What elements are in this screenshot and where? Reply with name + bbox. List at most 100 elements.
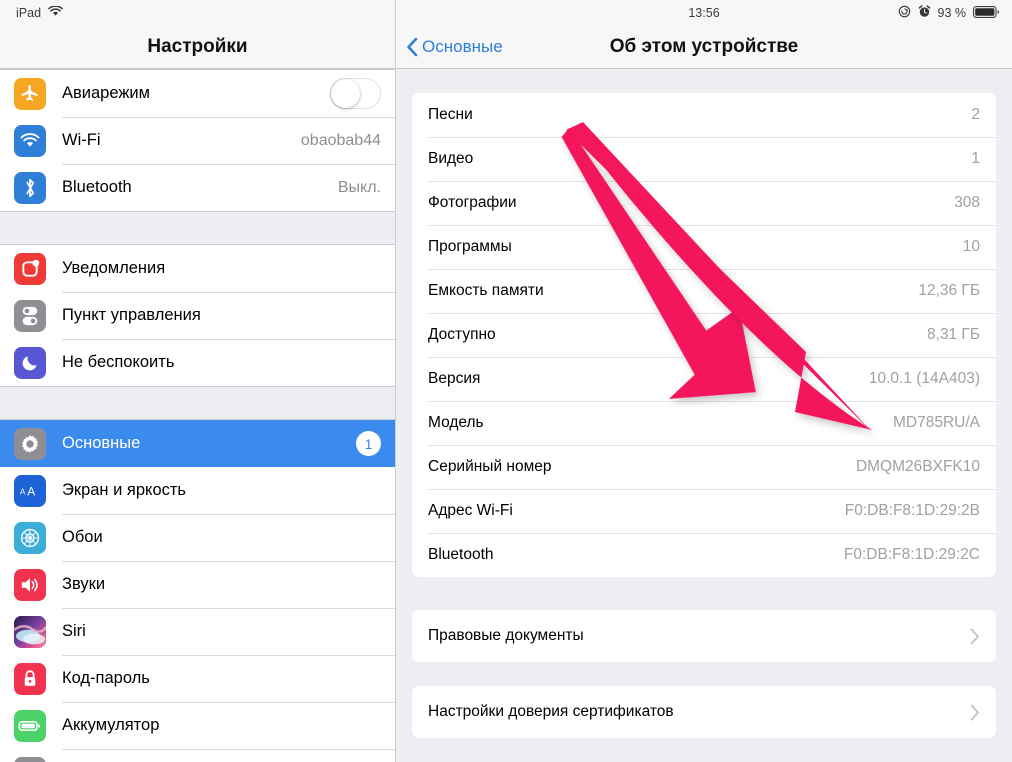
row-value: 308: [954, 194, 980, 211]
chevron-right-icon: [970, 703, 980, 721]
sidebar-item-wifi[interactable]: Wi-Fi obaobab44: [0, 117, 395, 164]
sidebar-group-system: Основные 1 A A Экран и яркость Обои Звук…: [0, 419, 395, 762]
row-key: Программы: [428, 238, 512, 255]
svg-text:A: A: [27, 484, 35, 498]
sidebar-item-label: Обои: [62, 528, 103, 546]
sidebar-item-display-brightness[interactable]: A A Экран и яркость: [0, 467, 395, 514]
sidebar-item-passcode[interactable]: Код-пароль: [0, 655, 395, 702]
rotation-lock-icon: [898, 5, 911, 21]
wallpaper-icon: [14, 521, 46, 554]
device-info-card: Песни 2 Видео 1 Фотографии 308 Программы…: [412, 93, 996, 577]
sidebar-item-sounds[interactable]: Звуки: [0, 561, 395, 608]
list-item-certificate-trust[interactable]: Настройки доверия сертификатов: [412, 686, 996, 738]
status-badge: 1: [356, 431, 381, 456]
table-row: Модель MD785RU/A: [412, 401, 996, 445]
sidebar-group-gap: [0, 212, 395, 244]
sidebar-item-label: Авиарежим: [62, 84, 150, 102]
row-value: F0:DB:F8:1D:29:2C: [843, 546, 980, 563]
battery-icon: [14, 709, 46, 742]
row-value: DMQM26BXFK10: [855, 458, 980, 475]
table-row: Емкость памяти 12,36 ГБ: [412, 269, 996, 313]
detail-status-bar: 13:56 93 %: [396, 0, 1012, 26]
top-spacer: [412, 69, 996, 93]
sidebar-item-label: Основные: [62, 434, 141, 452]
bluetooth-icon: [14, 171, 46, 204]
about-device-pane: 13:56 93 % Основные Об этом устройстве П…: [396, 0, 1012, 762]
row-value: 8,31 ГБ: [926, 326, 980, 343]
sidebar-item-label: Код-пароль: [62, 669, 150, 687]
detail-navbar: Основные Об этом устройстве: [396, 26, 1012, 69]
card-gap: [412, 662, 996, 686]
sidebar-item-general[interactable]: Основные 1: [0, 420, 395, 467]
chevron-left-icon: [406, 37, 418, 57]
table-row: Адрес Wi-Fi F0:DB:F8:1D:29:2B: [412, 489, 996, 533]
sidebar-item-label: Пункт управления: [62, 306, 201, 324]
chevron-right-icon: [970, 627, 980, 645]
airplane-mode-toggle[interactable]: [330, 78, 381, 109]
row-value: 2: [971, 106, 980, 123]
detail-scroll-area[interactable]: Песни 2 Видео 1 Фотографии 308 Программы…: [396, 69, 1012, 762]
sidebar-item-value: obaobab44: [300, 131, 381, 149]
row-value: F0:DB:F8:1D:29:2B: [844, 502, 980, 519]
sidebar-item-control-center[interactable]: Пункт управления: [0, 292, 395, 339]
sidebar-status-bar: iPad: [0, 0, 395, 26]
svg-text:A: A: [20, 486, 26, 496]
table-row: Серийный номер DMQM26BXFK10: [412, 445, 996, 489]
sidebar-item-wallpaper[interactable]: Обои: [0, 514, 395, 561]
do-not-disturb-icon: [14, 346, 46, 379]
sidebar-navbar: Настройки: [0, 26, 395, 69]
row-key: Доступно: [428, 326, 496, 343]
sounds-icon: [14, 568, 46, 601]
notifications-icon: [14, 252, 46, 285]
gear-icon: [14, 427, 46, 460]
sidebar-item-label: Wi-Fi: [62, 131, 101, 149]
table-row: Фотографии 308: [412, 181, 996, 225]
sidebar-item-value: Выкл.: [337, 178, 381, 196]
status-time: 13:56: [688, 6, 720, 20]
sidebar-group-alerts: Уведомления Пункт управления Не беспокои…: [0, 244, 395, 387]
row-key: Адрес Wi-Fi: [428, 502, 513, 519]
row-value: MD785RU/A: [893, 414, 980, 431]
display-brightness-icon: A A: [14, 474, 46, 507]
sidebar-title: Настройки: [147, 36, 248, 57]
settings-sidebar: iPad Настройки Авиарежим Wi-Fi obaobab44…: [0, 0, 396, 762]
toggle-knob: [331, 79, 360, 108]
row-key: Песни: [428, 106, 473, 123]
battery-percent-label: 93 %: [937, 6, 967, 20]
ipad-settings-screen: iPad Настройки Авиарежим Wi-Fi obaobab44…: [0, 0, 1012, 762]
table-row: Программы 10: [412, 225, 996, 269]
legal-card: Правовые документы: [412, 610, 996, 662]
row-key: Настройки доверия сертификатов: [428, 703, 674, 720]
list-item-legal[interactable]: Правовые документы: [412, 610, 996, 662]
table-row: Видео 1: [412, 137, 996, 181]
sidebar-item-privacy[interactable]: Конфиденциальность: [0, 749, 395, 762]
sidebar-item-label: Siri: [62, 622, 86, 640]
sidebar-item-label: Bluetooth: [62, 178, 132, 196]
status-device-label: iPad: [16, 6, 42, 20]
sidebar-item-siri[interactable]: Siri: [0, 608, 395, 655]
battery-full-icon: [973, 5, 1000, 21]
card-gap: [412, 577, 996, 610]
table-row: Bluetooth F0:DB:F8:1D:29:2C: [412, 533, 996, 577]
row-key: Емкость памяти: [428, 282, 544, 299]
sidebar-item-bluetooth[interactable]: Bluetooth Выкл.: [0, 164, 395, 211]
sidebar-item-battery[interactable]: Аккумулятор: [0, 702, 395, 749]
sidebar-item-notifications[interactable]: Уведомления: [0, 245, 395, 292]
control-center-icon: [14, 299, 46, 332]
status-indicators: 93 %: [898, 5, 1001, 21]
sidebar-item-label: Аккумулятор: [62, 716, 160, 734]
row-key: Bluetooth: [428, 546, 494, 563]
hand-icon: [14, 756, 46, 762]
wifi-icon: [48, 5, 63, 20]
sidebar-item-label: Экран и яркость: [62, 481, 187, 499]
sidebar-item-do-not-disturb[interactable]: Не беспокоить: [0, 339, 395, 386]
row-value: 1: [971, 150, 980, 167]
row-key: Видео: [428, 150, 474, 167]
sidebar-scroll-area[interactable]: Авиарежим Wi-Fi obaobab44 Bluetooth Выкл…: [0, 69, 395, 762]
sidebar-item-label: Уведомления: [62, 259, 166, 277]
sidebar-item-airplane-mode[interactable]: Авиарежим: [0, 70, 395, 117]
row-value: 10: [962, 238, 980, 255]
airplane-icon: [14, 77, 46, 110]
back-button[interactable]: Основные: [406, 37, 503, 57]
sidebar-item-label: Звуки: [62, 575, 106, 593]
